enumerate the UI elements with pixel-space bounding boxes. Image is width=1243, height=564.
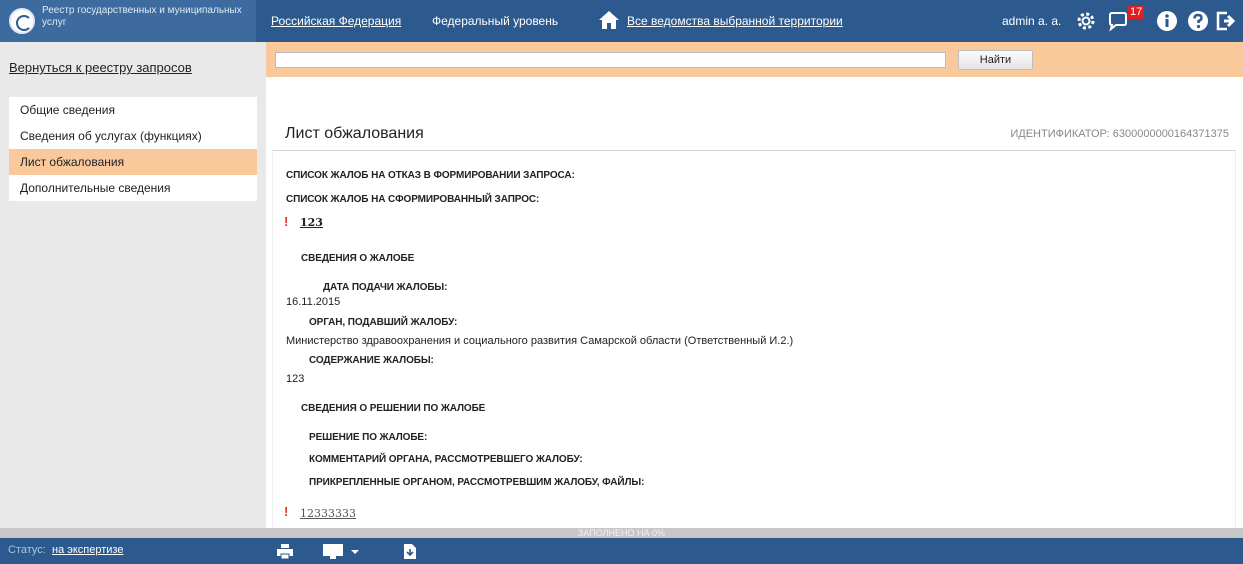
- sidebar-menu: Общие сведения Сведения об услугах (функ…: [9, 97, 257, 201]
- download-icon[interactable]: [403, 543, 417, 560]
- sidebar: Вернуться к реестру запросов Общие сведе…: [0, 42, 266, 528]
- sidebar-item-general[interactable]: Общие сведения: [9, 97, 257, 123]
- sidebar-item-appeal-sheet[interactable]: Лист обжалования: [9, 149, 257, 175]
- complaint-link[interactable]: 123: [300, 216, 323, 229]
- content-label: СОДЕРЖАНИЕ ЖАЛОБЫ:: [309, 355, 434, 366]
- level-dropdown[interactable]: Федеральный уровень: [432, 14, 558, 28]
- top-header: Реестр государственных и муниципальных у…: [0, 0, 1243, 42]
- print-icon[interactable]: [276, 543, 294, 560]
- formed-complaints-label: СПИСОК ЖАЛОБ НА СФОРМИРОВАННЫЙ ЗАПРОС:: [286, 194, 540, 205]
- comment-label: КОММЕНТАРИЙ ОРГАНА, РАССМОТРЕВШЕГО ЖАЛОБ…: [309, 454, 583, 465]
- submit-date-value: 16.11.2015: [286, 296, 341, 308]
- content-panel: СПИСОК ЖАЛОБ НА ОТКАЗ В ФОРМИРОВАНИИ ЗАП…: [272, 150, 1236, 528]
- status-bar: Статус: на экспертизе: [0, 538, 1243, 564]
- agencies-link[interactable]: Все ведомства выбранной территории: [627, 14, 843, 28]
- monitor-icon[interactable]: [322, 543, 344, 560]
- search-bar: Найти: [266, 42, 1243, 77]
- brand[interactable]: Реестр государственных и муниципальных у…: [0, 0, 256, 42]
- gear-icon[interactable]: [1075, 10, 1097, 32]
- brand-title: Реестр государственных и муниципальных у…: [42, 5, 242, 28]
- refusal-complaints-label: СПИСОК ЖАЛОБ НА ОТКАЗ В ФОРМИРОВАНИИ ЗАП…: [286, 170, 575, 181]
- complaint-info-label: СВЕДЕНИЯ О ЖАЛОБЕ: [301, 253, 415, 264]
- submit-date-label: ДАТА ПОДАЧИ ЖАЛОБЫ:: [323, 282, 448, 293]
- status-label: Статус:: [8, 544, 46, 556]
- dropdown-arrow-icon[interactable]: [350, 543, 360, 560]
- territory-link[interactable]: Российская Федерация: [271, 14, 401, 28]
- page-title: Лист обжалования: [285, 125, 424, 142]
- status-value-link[interactable]: на экспертизе: [52, 544, 123, 556]
- message-icon[interactable]: [1107, 10, 1129, 32]
- info-icon[interactable]: [1156, 10, 1178, 32]
- organ-value: Министерство здравоохранения и социально…: [286, 335, 794, 347]
- sidebar-item-services[interactable]: Сведения об услугах (функциях): [9, 123, 257, 149]
- logo-icon: [9, 8, 35, 34]
- progress-text: ЗАПОЛНЕНО НА 0%: [577, 528, 666, 538]
- user-name[interactable]: admin a. a.: [1002, 14, 1061, 28]
- complaint-link[interactable]: 12333333: [300, 507, 356, 520]
- exclamation-icon: !: [284, 504, 289, 519]
- back-to-registry-link[interactable]: Вернуться к реестру запросов: [9, 60, 192, 75]
- organ-label: ОРГАН, ПОДАВШИЙ ЖАЛОБУ:: [309, 317, 458, 328]
- exclamation-icon: !: [284, 214, 289, 229]
- identifier: ИДЕНТИФИКАТОР: 6300000000164371375: [1010, 128, 1229, 140]
- content-value: 123: [286, 373, 305, 385]
- sidebar-item-additional[interactable]: Дополнительные сведения: [9, 175, 257, 201]
- completion-progress-bar: ЗАПОЛНЕНО НА 0%: [0, 528, 1243, 538]
- search-input[interactable]: [275, 52, 946, 68]
- home-icon[interactable]: [598, 10, 620, 30]
- search-button[interactable]: Найти: [958, 50, 1033, 70]
- logout-icon[interactable]: [1215, 10, 1237, 32]
- decision-label: РЕШЕНИЕ ПО ЖАЛОБЕ:: [309, 432, 428, 443]
- notifications-badge[interactable]: 17: [1128, 6, 1145, 19]
- decision-info-label: СВЕДЕНИЯ О РЕШЕНИИ ПО ЖАЛОБЕ: [301, 403, 486, 414]
- help-icon[interactable]: [1187, 10, 1209, 32]
- files-label: ПРИКРЕПЛЕННЫЕ ОРГАНОМ, РАССМОТРЕВШИМ ЖАЛ…: [309, 477, 645, 488]
